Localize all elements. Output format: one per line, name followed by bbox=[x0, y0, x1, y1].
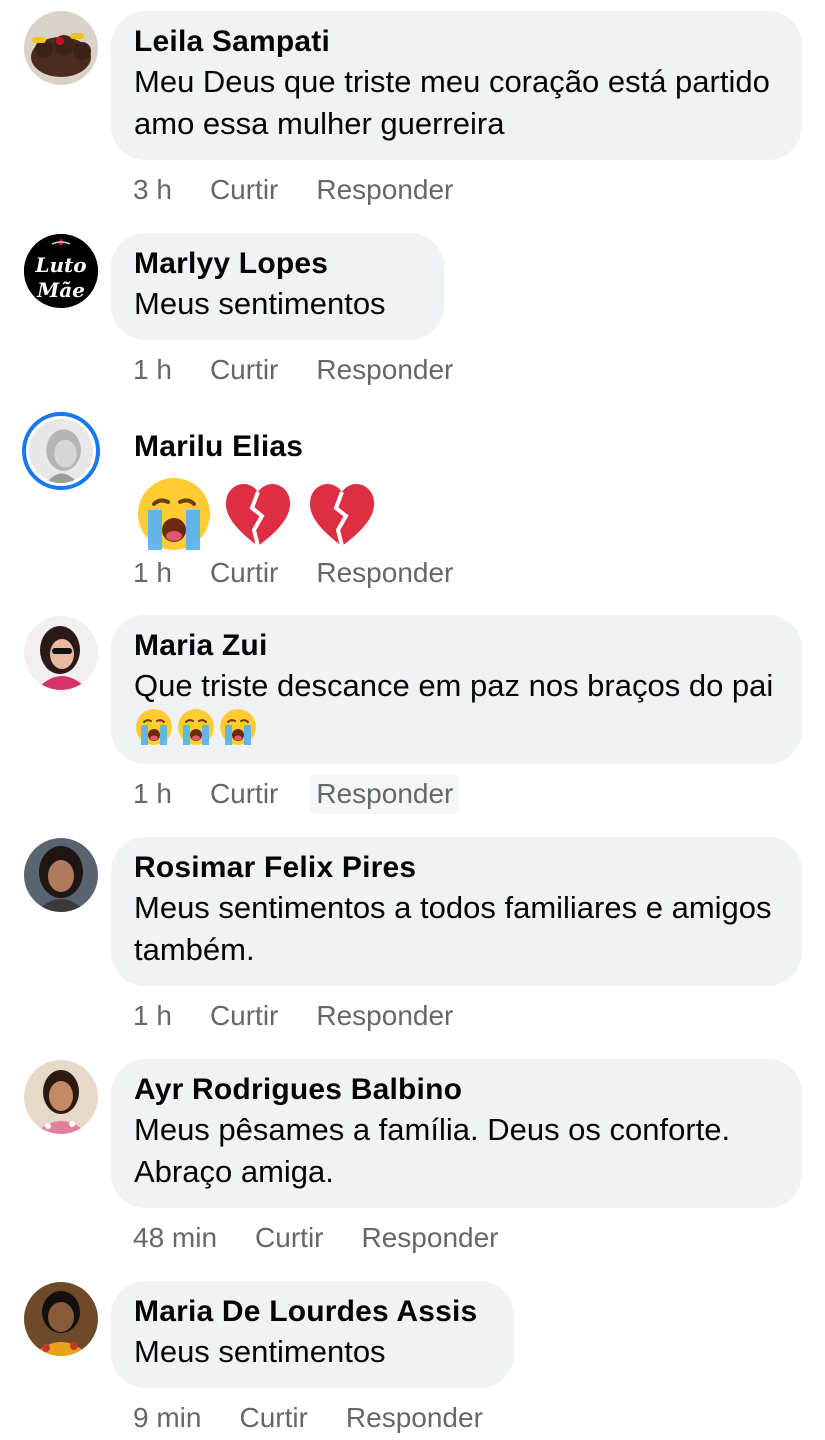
avatar-image bbox=[24, 1282, 98, 1356]
broken-heart-emoji bbox=[302, 474, 382, 554]
avatar[interactable] bbox=[24, 838, 98, 912]
crying-face-emoji bbox=[218, 707, 258, 747]
timestamp[interactable]: 1 h bbox=[133, 998, 172, 1034]
reply-button[interactable]: Responder bbox=[346, 1400, 483, 1436]
comment-text: Que triste descance em paz nos braços do… bbox=[134, 665, 780, 752]
avatar-text: Luto bbox=[34, 253, 86, 277]
comment-bubble: Maria De Lourdes Assis Meus sentimentos bbox=[111, 1281, 514, 1388]
author-name[interactable]: Ayr Rodrigues Balbino bbox=[134, 1071, 780, 1109]
avatar-image bbox=[29, 419, 93, 483]
like-button[interactable]: Curtir bbox=[210, 776, 278, 812]
comment-text: Meus sentimentos bbox=[134, 286, 386, 321]
like-button[interactable]: Curtir bbox=[255, 1220, 323, 1256]
emoji-row bbox=[134, 474, 489, 554]
comment-text-content: Que triste descance em paz nos braços do… bbox=[134, 668, 774, 703]
like-button[interactable]: Curtir bbox=[210, 998, 278, 1034]
comment-actions: 1 h Curtir Responder bbox=[133, 998, 453, 1034]
comment-actions: 1 h Curtir Responder bbox=[133, 555, 453, 591]
comment-text: Meus sentimentos bbox=[134, 1334, 386, 1369]
avatar-image bbox=[24, 838, 98, 912]
comment-bubble: Maria Zui Que triste descance em paz nos… bbox=[111, 615, 802, 764]
comment-bubble: Leila Sampati Meu Deus que triste meu co… bbox=[111, 11, 802, 160]
avatar[interactable] bbox=[24, 1282, 98, 1356]
timestamp[interactable]: 9 min bbox=[133, 1400, 201, 1436]
avatar-image: Luto Mãe bbox=[24, 234, 98, 308]
avatar[interactable] bbox=[24, 616, 98, 690]
reply-button[interactable]: Responder bbox=[316, 352, 453, 388]
timestamp[interactable]: 1 h bbox=[133, 352, 172, 388]
like-button[interactable]: Curtir bbox=[210, 352, 278, 388]
timestamp[interactable]: 1 h bbox=[133, 555, 172, 591]
crying-face-emoji bbox=[134, 707, 174, 747]
avatar[interactable]: Luto Mãe bbox=[24, 234, 98, 308]
reply-button[interactable]: Responder bbox=[316, 555, 453, 591]
comment-actions: 3 h Curtir Responder bbox=[133, 172, 453, 208]
broken-heart-emoji bbox=[218, 474, 298, 554]
comment-actions: 9 min Curtir Responder bbox=[133, 1400, 483, 1436]
comment-actions: 1 h Curtir Responder bbox=[133, 774, 460, 814]
reply-button[interactable]: Responder bbox=[316, 172, 453, 208]
avatar-image bbox=[24, 11, 98, 85]
timestamp[interactable]: 3 h bbox=[133, 172, 172, 208]
avatar[interactable] bbox=[24, 11, 98, 85]
author-name[interactable]: Marlyy Lopes bbox=[134, 245, 422, 283]
author-name[interactable]: Maria Zui bbox=[134, 627, 780, 665]
comment-text: Meu Deus que triste meu coração está par… bbox=[134, 64, 770, 141]
reply-button[interactable]: Responder bbox=[310, 774, 460, 814]
comment-actions: 1 h Curtir Responder bbox=[133, 352, 453, 388]
reply-button[interactable]: Responder bbox=[316, 998, 453, 1034]
avatar-image bbox=[24, 616, 98, 690]
author-name[interactable]: Maria De Lourdes Assis bbox=[134, 1293, 492, 1331]
reply-button[interactable]: Responder bbox=[362, 1220, 499, 1256]
like-button[interactable]: Curtir bbox=[210, 555, 278, 591]
comment-bubble: Ayr Rodrigues Balbino Meus pêsames a fam… bbox=[111, 1059, 802, 1208]
crying-face-emoji bbox=[176, 707, 216, 747]
comment-bubble: Rosimar Felix Pires Meus sentimentos a t… bbox=[111, 837, 802, 986]
comment-text: Meus sentimentos a todos familiares e am… bbox=[134, 890, 772, 967]
timestamp[interactable]: 48 min bbox=[133, 1220, 217, 1256]
comment-bubble: Marilu Elias bbox=[111, 416, 511, 551]
crying-face-emoji bbox=[134, 474, 214, 554]
comment-actions: 48 min Curtir Responder bbox=[133, 1220, 498, 1256]
like-button[interactable]: Curtir bbox=[239, 1400, 307, 1436]
avatar[interactable] bbox=[24, 1060, 98, 1134]
avatar-text: Mãe bbox=[36, 278, 85, 302]
like-button[interactable]: Curtir bbox=[210, 172, 278, 208]
comment-bubble: Marlyy Lopes Meus sentimentos bbox=[111, 233, 444, 340]
author-name[interactable]: Rosimar Felix Pires bbox=[134, 849, 780, 887]
timestamp[interactable]: 1 h bbox=[133, 776, 172, 812]
avatar-image bbox=[24, 1060, 98, 1134]
comment-text: Meus pêsames a família. Deus os conforte… bbox=[134, 1112, 731, 1189]
author-name[interactable]: Marilu Elias bbox=[134, 428, 489, 466]
avatar[interactable] bbox=[22, 412, 100, 490]
author-name[interactable]: Leila Sampati bbox=[134, 23, 780, 61]
